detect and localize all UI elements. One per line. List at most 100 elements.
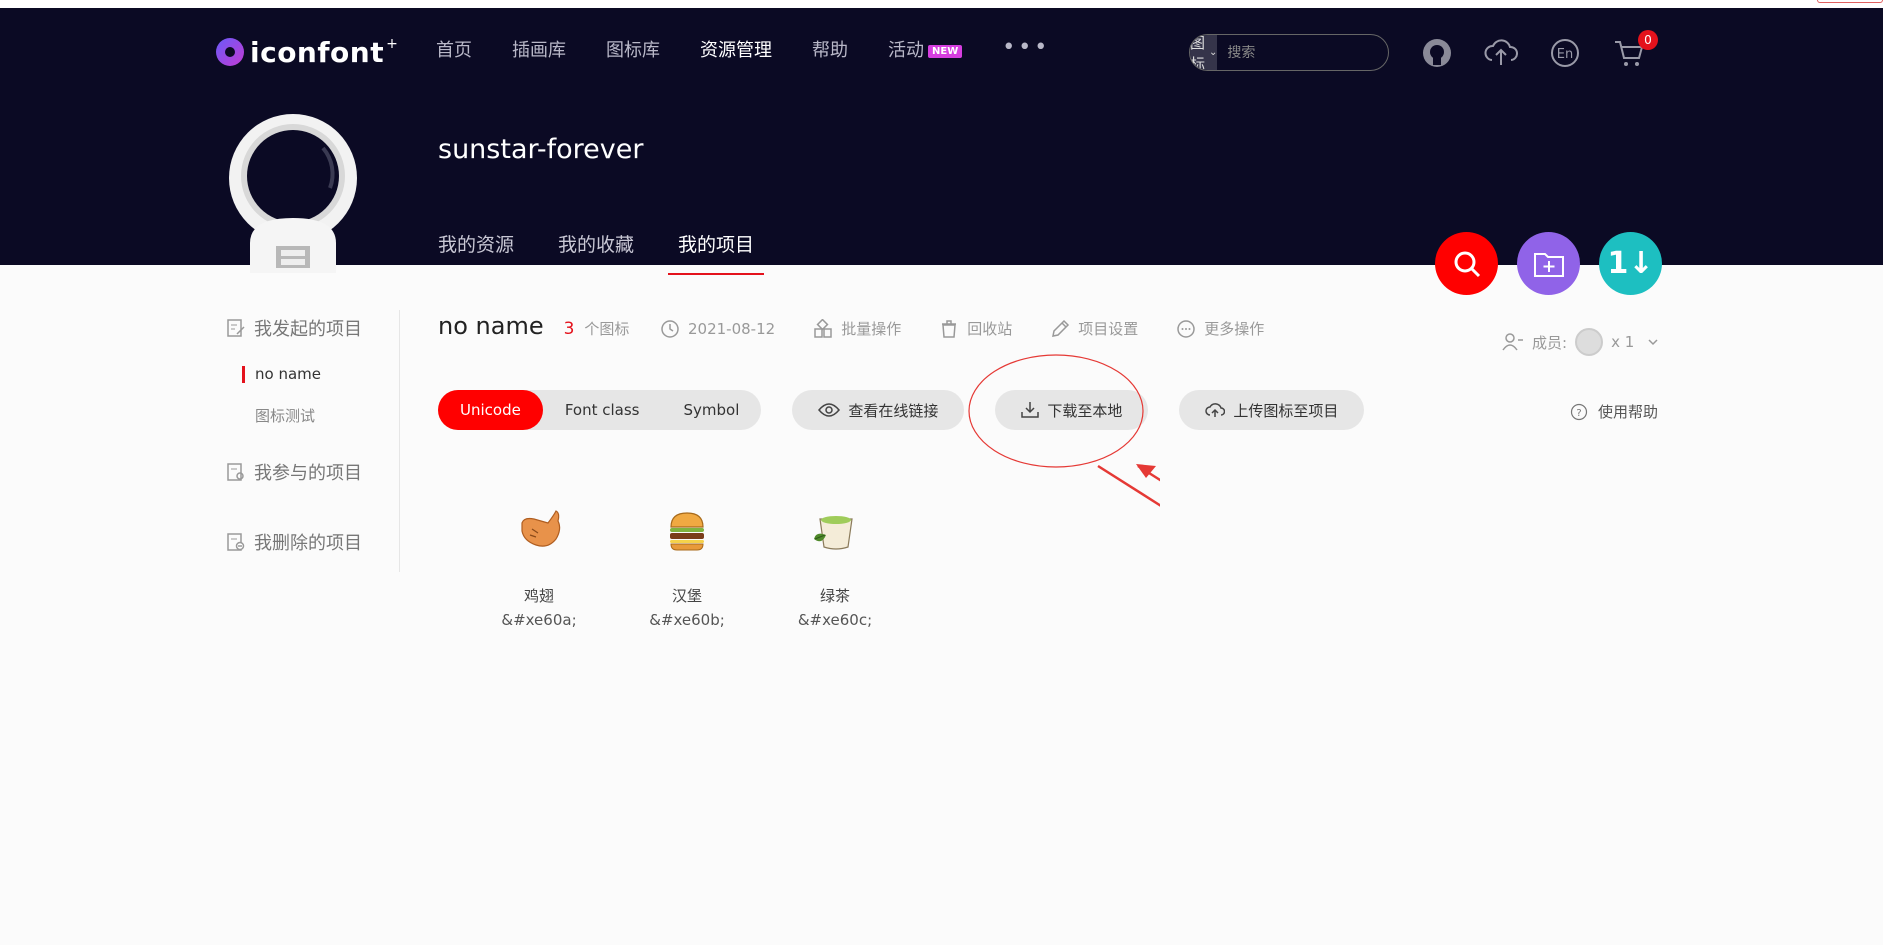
project-date: 2021-08-12 [660, 319, 775, 339]
project-title: no name 3 个图标 [438, 312, 629, 340]
batch-icon [814, 318, 832, 338]
logo-text: iconfont [250, 35, 385, 69]
sidebar-project-icon-test[interactable]: 图标测试 [226, 400, 399, 432]
nav-help[interactable]: 帮助 [812, 36, 848, 62]
cart-count-badge: 0 [1638, 30, 1658, 50]
clock-icon [661, 319, 679, 338]
icon-card-chicken-wing[interactable]: 鸡翅 &#xe60a; [465, 505, 613, 633]
icon-card-green-tea[interactable]: 绿茶 &#xe60c; [761, 505, 909, 633]
project-settings-button[interactable]: 项目设置 [1050, 318, 1138, 339]
sidebar-section-deleted-label: 我删除的项目 [254, 533, 362, 554]
iconfont-logo[interactable]: iconfont + [216, 35, 398, 69]
main-nav: 首页 插画库 图标库 资源管理 帮助 活动 NEW ••• [436, 35, 1050, 62]
icon-code: &#xe60c; [797, 611, 873, 629]
members-icon [1502, 333, 1523, 351]
mode-font-class[interactable]: Font class [543, 390, 662, 430]
upload-icons-label: 上传图标至项目 [1233, 401, 1339, 420]
new-project-fab-button[interactable] [1517, 232, 1580, 295]
tab-my-favorites[interactable]: 我的收藏 [558, 230, 634, 275]
project-members[interactable]: 成员: x 1 [1502, 328, 1660, 356]
more-icon [1177, 319, 1195, 338]
view-online-link-label: 查看在线链接 [848, 401, 939, 420]
upload-icons-button[interactable]: 上传图标至项目 [1179, 390, 1365, 430]
cart-icon[interactable]: 0 [1612, 30, 1658, 70]
nav-icon-library[interactable]: 图标库 [606, 36, 660, 62]
github-icon[interactable] [1420, 36, 1454, 70]
deleted-doc-icon [227, 533, 245, 551]
chevron-down-icon: ⌄ [1209, 47, 1218, 58]
annotation-circle-arrow [968, 354, 1160, 507]
tab-my-projects[interactable]: 我的项目 [668, 230, 765, 275]
question-icon: ? [1570, 403, 1588, 420]
search-input[interactable] [1217, 44, 1388, 61]
project-toolbar: Unicode Font class Symbol 查看在线链接 下载至本地 上… [438, 390, 1365, 430]
more-operations-button[interactable]: 更多操作 [1176, 318, 1264, 339]
mode-symbol[interactable]: Symbol [662, 390, 762, 430]
header: iconfont + 首页 插画库 图标库 资源管理 帮助 活动 NEW ••• … [0, 8, 1883, 275]
browser-corner-tab [1817, 0, 1883, 3]
nav-home[interactable]: 首页 [436, 36, 472, 62]
project-name: no name [438, 312, 544, 340]
project-settings-label: 项目设置 [1078, 320, 1139, 338]
chicken-wing-icon [521, 510, 561, 547]
chevron-down-icon [1648, 339, 1658, 346]
usage-help-link[interactable]: ? 使用帮助 [1570, 401, 1658, 422]
svg-text:?: ? [1576, 408, 1581, 419]
member-avatar [1575, 328, 1604, 356]
add-folder-icon [1533, 252, 1564, 277]
header-icons: En 0 [1420, 30, 1676, 70]
search-fab-button[interactable] [1435, 232, 1498, 295]
profile-username: sunstar-forever [438, 134, 644, 165]
logo-plus: + [386, 36, 398, 52]
project-meta: 2021-08-12 批量操作 回收站 项目设置 更多操作 [660, 318, 1302, 339]
sort-fab-button[interactable]: 1↓ [1599, 232, 1662, 295]
profile-tabs: 我的资源 我的收藏 我的项目 [438, 230, 798, 275]
batch-operation-button[interactable]: 批量操作 [813, 318, 901, 339]
search-icon [1454, 251, 1480, 277]
project-date-text: 2021-08-12 [688, 319, 776, 338]
view-online-link-button[interactable]: 查看在线链接 [792, 390, 965, 430]
icon-code: &#xe60b; [649, 611, 725, 629]
nav-resource-management[interactable]: 资源管理 [700, 36, 772, 62]
new-badge: NEW [928, 44, 963, 58]
nav-activities[interactable]: 活动 NEW [888, 36, 963, 62]
nav-more-icon[interactable]: ••• [1002, 35, 1050, 60]
nav-activities-label: 活动 [888, 40, 924, 61]
pencil-icon [1052, 319, 1070, 337]
members-count: x 1 [1611, 333, 1635, 351]
more-operations-label: 更多操作 [1204, 320, 1265, 338]
icon-card-hamburger[interactable]: 汉堡 &#xe60b; [613, 505, 761, 633]
project-sidebar: 我发起的项目 no name 图标测试 我参与的项目 我删除的项目 [226, 310, 400, 572]
icon-code: &#xe60a; [501, 611, 577, 629]
recycle-bin-icon [942, 319, 957, 338]
mode-unicode[interactable]: Unicode [438, 390, 543, 430]
sidebar-section-joined[interactable]: 我参与的项目 [226, 454, 399, 490]
icon-name: 绿茶 [819, 587, 850, 605]
sidebar-section-deleted[interactable]: 我删除的项目 [226, 524, 399, 560]
recycle-bin-button[interactable]: 回收站 [939, 318, 1012, 339]
language-en-icon[interactable]: En [1548, 36, 1582, 70]
upload-cloud-icon [1205, 403, 1226, 417]
nav-illustrations[interactable]: 插画库 [512, 36, 566, 62]
usage-help-label: 使用帮助 [1598, 403, 1659, 421]
green-tea-icon [814, 516, 853, 550]
sidebar-section-created[interactable]: 我发起的项目 [226, 310, 399, 346]
icon-count-label: 个图标 [584, 320, 630, 338]
search-type-label: 图标 [1190, 34, 1206, 71]
sort-icon: 1↓ [1607, 246, 1654, 281]
browser-top-strip [0, 0, 1883, 8]
hamburger-icon [670, 512, 704, 551]
edit-doc-icon [227, 319, 245, 337]
sidebar-project-no-name[interactable]: no name [226, 358, 399, 390]
recycle-bin-label: 回收站 [967, 320, 1013, 338]
members-label: 成员: [1532, 333, 1568, 352]
icon-name: 汉堡 [671, 587, 702, 605]
search-type-select[interactable]: 图标 ⌄ [1190, 34, 1218, 71]
project-icon-list: 鸡翅 &#xe60a; 汉堡 &#xe60b; 绿茶 &#xe60c; [465, 505, 909, 633]
tab-my-resources[interactable]: 我的资源 [438, 230, 514, 275]
code-mode-switch: Unicode Font class Symbol [438, 390, 762, 430]
user-avatar[interactable] [228, 113, 358, 273]
upload-cloud-icon[interactable] [1484, 36, 1518, 70]
icon-count: 3 [563, 319, 575, 339]
search-box: 图标 ⌄ [1189, 34, 1389, 71]
